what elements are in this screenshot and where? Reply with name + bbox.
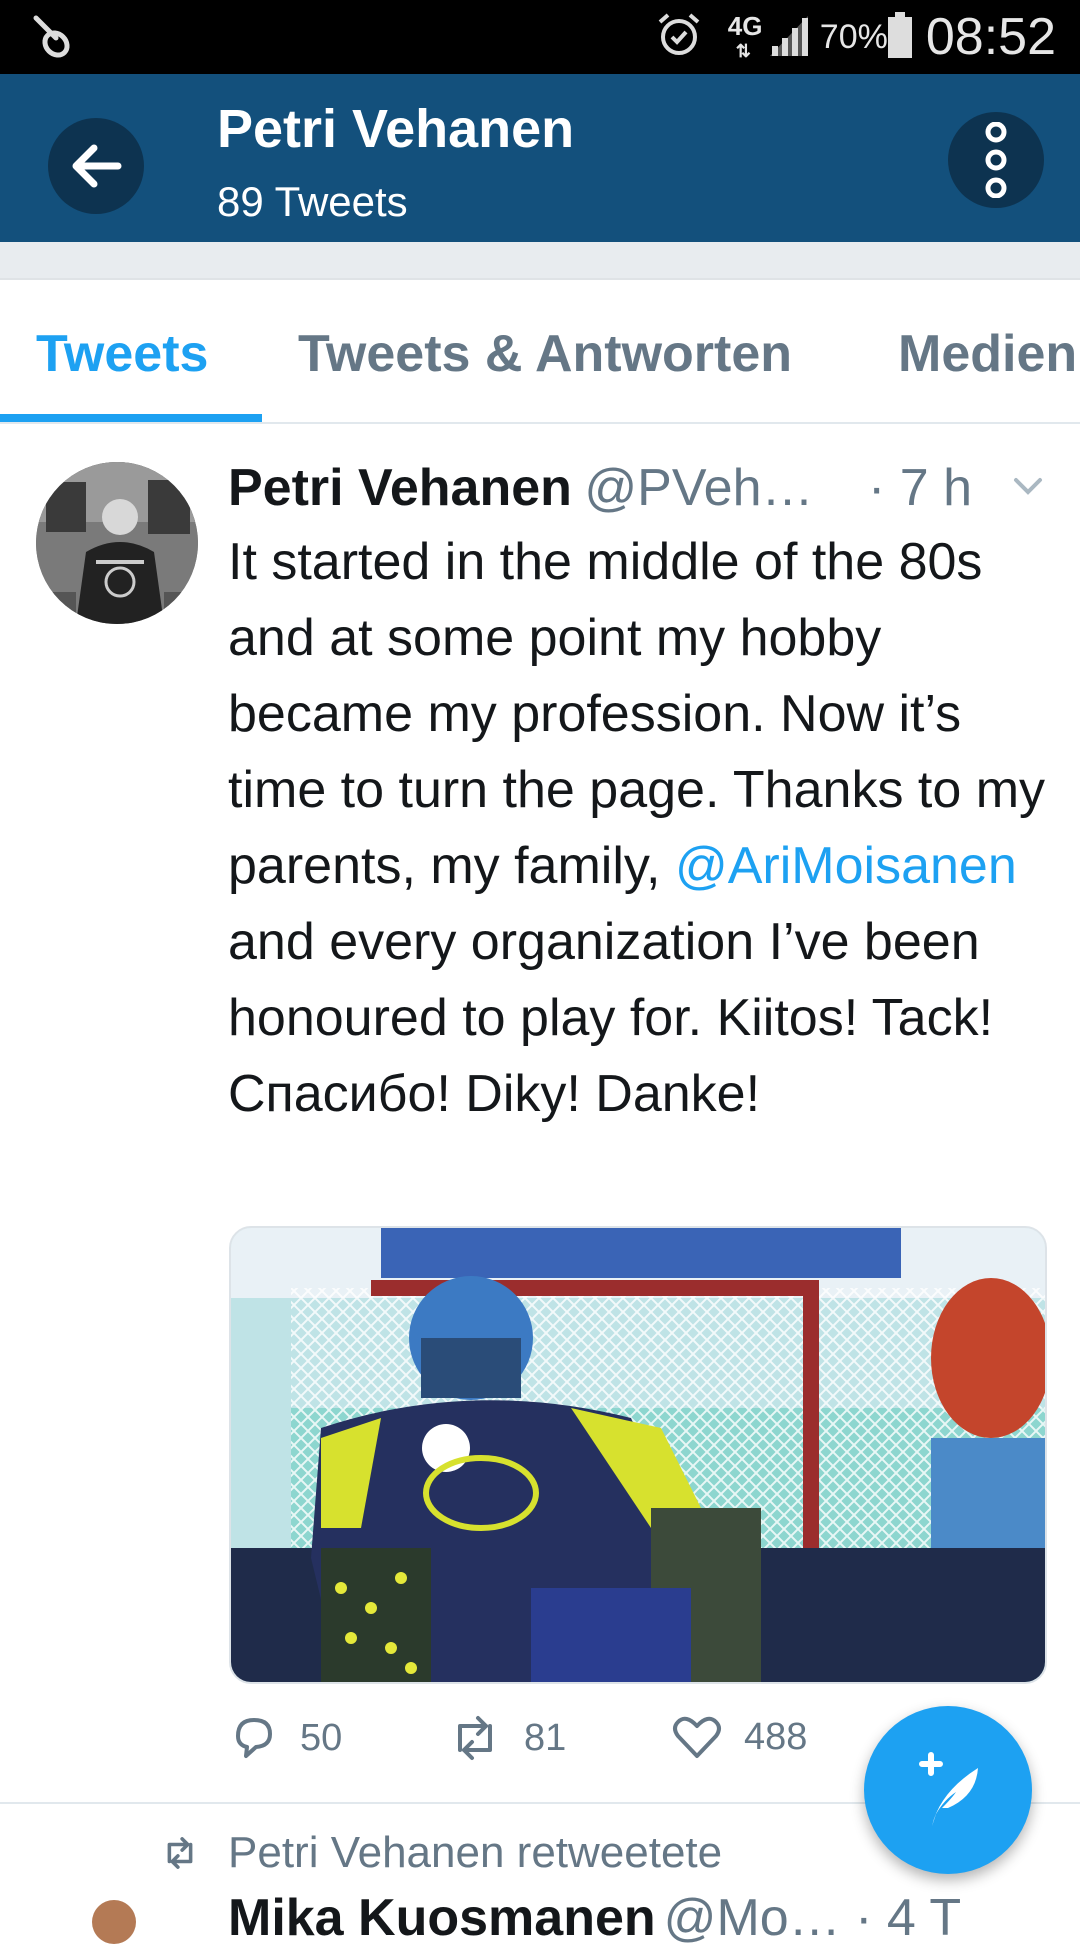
avatar[interactable] bbox=[92, 1900, 136, 1944]
active-tab-indicator bbox=[0, 414, 262, 422]
arrow-left-icon bbox=[72, 144, 122, 188]
retweet-icon bbox=[458, 1716, 492, 1760]
network-type: 4G bbox=[727, 11, 763, 41]
retweet-icon bbox=[167, 1837, 193, 1869]
tweet-header: Petri Vehanen @PVeh… · 7 h bbox=[228, 458, 1048, 530]
tweet-count: 89 Tweets bbox=[217, 178, 408, 225]
profile-tabs: Tweets Tweets & Antworten Medien bbox=[0, 280, 1080, 424]
heart-icon bbox=[673, 1716, 721, 1758]
tweet-photo[interactable] bbox=[229, 1226, 1047, 1684]
like-button[interactable]: 488 bbox=[672, 1714, 807, 1760]
author-handle: @Mo… · 4 T bbox=[663, 1889, 962, 1947]
compose-tweet-button[interactable] bbox=[864, 1706, 1032, 1874]
tweet-text: It started in the middle of the 80s and … bbox=[228, 524, 1058, 1132]
network-indicator: 4G ⇅ bbox=[727, 11, 763, 61]
clock: 08:52 bbox=[925, 8, 1056, 66]
author-name[interactable]: Petri Vehanen bbox=[228, 459, 572, 517]
next-tweet-author[interactable]: Mika Kuosmanen @Mo… · 4 T bbox=[228, 1888, 961, 1948]
tab-tweets-and-replies[interactable]: Tweets & Antworten bbox=[298, 324, 792, 384]
compose-feather-icon bbox=[919, 1752, 978, 1826]
tweet-text-part: and every organization I’ve been honoure… bbox=[228, 913, 994, 1123]
retweet-button[interactable]: 81 bbox=[448, 1714, 566, 1762]
tab-tweets[interactable]: Tweets bbox=[36, 324, 208, 384]
battery-percent: 70% bbox=[819, 17, 888, 56]
reply-button[interactable]: 50 bbox=[230, 1714, 342, 1762]
status-bar: 4G ⇅ 70% 08:52 bbox=[0, 0, 1080, 74]
page-title: Petri Vehanen bbox=[217, 99, 575, 159]
reply-icon bbox=[236, 1718, 272, 1758]
battery-icon bbox=[887, 11, 912, 63]
reply-count: 50 bbox=[300, 1716, 343, 1759]
mention-link[interactable]: @AriMoisanen bbox=[675, 837, 1017, 895]
tab-media[interactable]: Medien bbox=[898, 324, 1077, 384]
alarm-icon bbox=[656, 12, 702, 63]
more-options-button[interactable] bbox=[948, 112, 1044, 208]
chevron-down-icon[interactable] bbox=[1010, 468, 1046, 509]
back-button[interactable] bbox=[48, 118, 144, 214]
header-divider bbox=[0, 242, 1080, 280]
pin-icon bbox=[28, 12, 72, 67]
signal-icon bbox=[766, 12, 812, 63]
author-name: Mika Kuosmanen bbox=[228, 1889, 656, 1947]
avatar[interactable] bbox=[36, 462, 198, 624]
retweet-count: 81 bbox=[524, 1716, 567, 1759]
tweet-time: · 7 h bbox=[868, 459, 973, 517]
author-handle[interactable]: @PVeh… bbox=[584, 459, 813, 517]
like-count: 488 bbox=[744, 1715, 808, 1758]
tweet[interactable]: Petri Vehanen @PVeh… · 7 h It started in… bbox=[0, 424, 1080, 1804]
retweet-context: Petri Vehanen retweetete bbox=[160, 1828, 722, 1878]
app-bar: Petri Vehanen 89 Tweets bbox=[0, 74, 1080, 242]
more-vertical-icon bbox=[985, 122, 1007, 198]
retweet-context-label: Petri Vehanen retweetete bbox=[228, 1828, 723, 1877]
